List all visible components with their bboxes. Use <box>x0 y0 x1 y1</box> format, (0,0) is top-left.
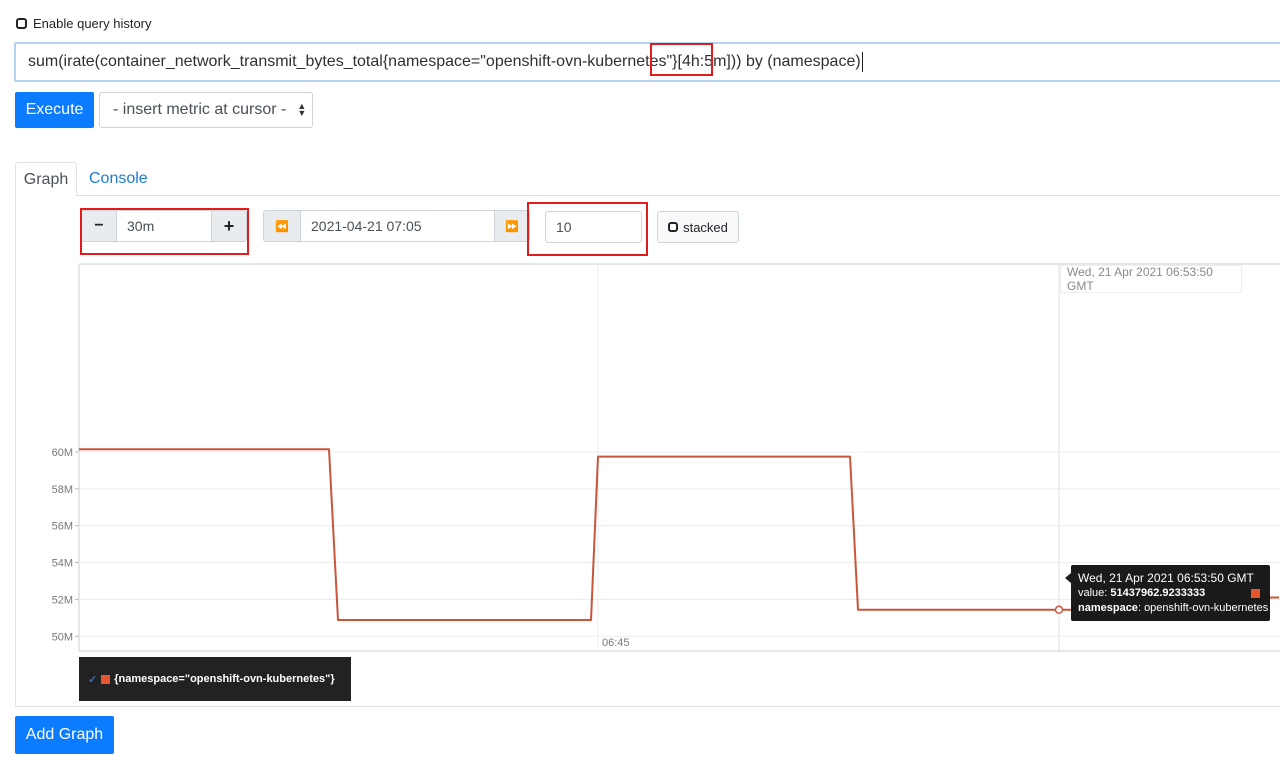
history-checkbox[interactable] <box>16 17 27 29</box>
tooltip-value-label: value: <box>1078 587 1108 599</box>
insert-metric-select[interactable]: - insert metric at cursor - ▲ ▼ <box>99 92 313 128</box>
tooltip-time: Wed, 21 Apr 2021 06:53:50 GMT <box>1078 571 1254 585</box>
stacked-checkbox <box>668 222 679 232</box>
range-value: 30m <box>127 218 155 234</box>
y-tick-label: 52M <box>52 594 73 606</box>
y-axis: 50M 52M 54M 56M 58M 60M <box>52 447 79 643</box>
tab-graph-label: Graph <box>23 170 69 188</box>
query-input[interactable]: sum(irate(container_network_transmit_byt… <box>14 42 1280 82</box>
data-tooltip: Wed, 21 Apr 2021 06:53:50 GMT value: 514… <box>1065 565 1270 621</box>
rewind-icon: ⏪ <box>275 220 289 233</box>
history-label: Enable query history <box>33 15 152 31</box>
y-tick-label: 54M <box>52 558 73 570</box>
x-axis: 06:45 <box>602 637 630 649</box>
query-text: sum(irate(container_network_transmit_byt… <box>28 53 861 70</box>
tooltip-value-line: value: 51437962.9233333 <box>1078 586 1263 601</box>
query-history-toggle[interactable]: Enable query history <box>16 14 152 32</box>
tab-graph[interactable]: Graph <box>15 162 77 196</box>
legend-check-icon: ✓ <box>88 673 98 686</box>
resolution-input[interactable]: 10 <box>545 211 642 243</box>
tooltip-namespace-line: namespace: openshift-ovn-kubernetes <box>1078 602 1269 614</box>
stacked-toggle-button[interactable]: stacked <box>657 211 739 243</box>
execute-button[interactable]: Execute <box>15 92 94 128</box>
legend-label: {namespace="openshift-ovn-kubernetes"} <box>114 673 335 685</box>
insert-metric-label: - insert metric at cursor - <box>113 101 287 118</box>
stacked-label: stacked <box>683 219 728 235</box>
hover-point-marker <box>1054 605 1064 615</box>
y-tick-label: 58M <box>52 484 73 496</box>
end-time-value: 2021-04-21 07:05 <box>311 218 422 234</box>
tooltip-namespace: openshift-ovn-kubernetes <box>1144 602 1269 614</box>
time-back-button[interactable]: ⏪ <box>263 210 301 242</box>
y-tick-label: 56M <box>52 521 73 533</box>
legend-swatch <box>101 674 111 684</box>
range-increase-button[interactable]: + <box>211 210 247 242</box>
tooltip-namespace-label: namespace <box>1078 602 1138 614</box>
tab-console-label: Console <box>89 170 148 187</box>
text-caret <box>861 51 863 72</box>
tooltip-arrow <box>1065 573 1071 583</box>
add-graph-button[interactable]: Add Graph <box>15 716 114 754</box>
select-arrows-icon: ▲ ▼ <box>297 101 307 118</box>
range-input[interactable]: 30m <box>116 210 212 242</box>
minus-icon: − <box>94 217 104 234</box>
y-tick-label: 50M <box>52 631 73 643</box>
time-forward-button[interactable]: ⏩ <box>494 210 530 242</box>
tooltip-series-swatch <box>1251 589 1260 598</box>
x-tick-label: 06:45 <box>602 637 630 649</box>
tab-console[interactable]: Console <box>89 170 148 188</box>
resolution-value: 10 <box>556 219 572 235</box>
plus-icon: + <box>223 215 235 236</box>
hover-time-text: Wed, 21 Apr 2021 06:53:50 GMT <box>1067 265 1213 293</box>
fast-forward-icon: ⏩ <box>505 220 519 233</box>
range-decrease-button[interactable]: − <box>81 210 117 242</box>
hover-time-label: Wed, 21 Apr 2021 06:53:50 GMT <box>1060 265 1242 293</box>
series-legend[interactable]: ✓ {namespace="openshift-ovn-kubernetes"} <box>79 657 351 701</box>
tooltip-value: 51437962.9233333 <box>1110 587 1206 599</box>
end-time-input[interactable]: 2021-04-21 07:05 <box>300 210 495 242</box>
y-tick-label: 60M <box>52 447 73 459</box>
